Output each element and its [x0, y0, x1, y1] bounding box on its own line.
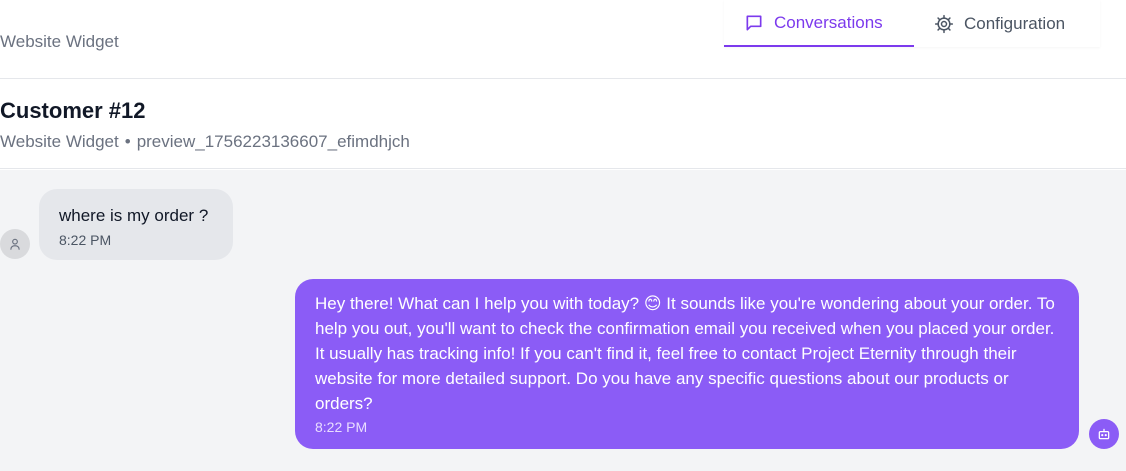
tab-conversations[interactable]: Conversations	[724, 0, 914, 47]
tab-configuration-label: Configuration	[964, 13, 1066, 33]
chat-bubble-icon	[744, 13, 764, 33]
widget-name: Website Widget	[0, 32, 119, 51]
message-text: where is my order ?	[59, 206, 209, 225]
user-message: where is my order ? 8:22 PM	[39, 189, 233, 260]
tab-configuration[interactable]: Configuration	[914, 0, 1085, 47]
message-text: Hey there! What can I help you with toda…	[315, 294, 1055, 413]
message-list: where is my order ? 8:22 PM Hey there! W…	[0, 170, 1126, 471]
bot-avatar	[1089, 419, 1119, 449]
assistant-message: Hey there! What can I help you with toda…	[295, 279, 1079, 449]
user-avatar	[0, 229, 30, 259]
tab-conversations-label: Conversations	[774, 12, 883, 32]
gear-icon	[934, 14, 954, 34]
conversation-header: Customer #12 Website Widget • preview_1756…	[0, 79, 1126, 169]
conversation-source: Website Widget	[0, 132, 119, 151]
conversation-title: Customer #12	[0, 98, 146, 123]
conversation-meta: Website Widget • preview_1756223136607_efi…	[0, 132, 410, 152]
message-time: 8:22 PM	[315, 419, 368, 435]
tab-bar: Conversations Configuration	[724, 0, 1100, 47]
meta-separator: •	[124, 132, 131, 151]
top-bar: Website Widget Conversations Configurati…	[0, 0, 1126, 79]
message-time: 8:22 PM	[59, 232, 112, 248]
user-icon	[8, 237, 22, 251]
session-id: preview_1756223136607_efimdhjch	[136, 132, 410, 151]
bot-icon	[1097, 427, 1111, 441]
